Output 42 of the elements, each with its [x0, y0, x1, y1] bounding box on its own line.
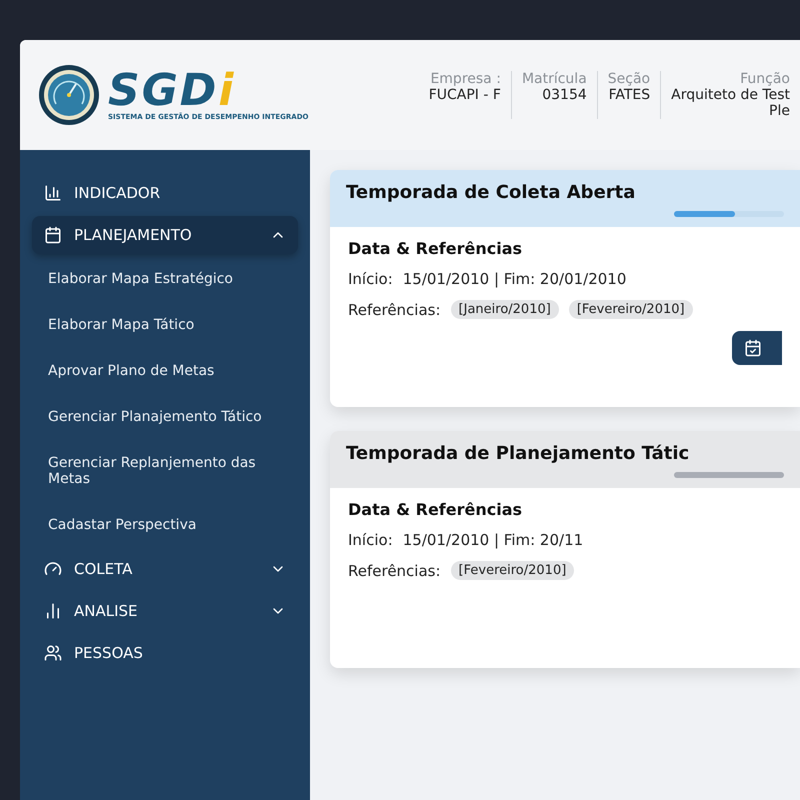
submenu-item[interactable]: Aprovar Plano de Metas — [32, 350, 298, 392]
submenu-item[interactable]: Elaborar Mapa Tático — [32, 304, 298, 346]
calendar-check-icon — [744, 339, 762, 357]
info-label: Seção — [608, 71, 650, 87]
card-title: Temporada de Coleta Aberta — [346, 182, 636, 203]
gauge-logo-icon — [38, 64, 100, 126]
info-value: 03154 — [542, 87, 587, 103]
menu-item[interactable]: COLETA — [32, 550, 298, 588]
references-label: Referências: — [348, 300, 441, 318]
calendar-action-button[interactable] — [732, 331, 782, 365]
date-label: Início: — [348, 270, 393, 288]
info-label: Função — [740, 71, 790, 87]
references-label: Referências: — [348, 562, 441, 580]
menu-item[interactable]: PLANEJAMENTO — [32, 216, 298, 254]
submenu-item[interactable]: Cadastar Perspectiva — [32, 504, 298, 546]
submenu-item[interactable]: Gerenciar Replanjemento das Metas — [32, 442, 298, 500]
submenu-item[interactable]: Gerenciar Planajemento Tático — [32, 396, 298, 438]
menu-icon — [44, 184, 62, 202]
info-value: Ple — [769, 103, 790, 119]
info-label: Empresa : — [430, 71, 501, 87]
reference-chip: [Fevereiro/2010] — [568, 300, 693, 319]
menu-item[interactable]: INDICADOR — [32, 174, 298, 212]
menu-icon — [44, 560, 62, 578]
menu-icon — [44, 644, 62, 662]
info-value: FUCAPI - F — [428, 87, 501, 103]
section-title: Data & Referências — [348, 239, 524, 258]
info-label: Matrícula — [522, 71, 587, 87]
reference-chip: [Fevereiro/2010] — [450, 561, 574, 580]
date-range: 15/01/2010 | Fim: 20/11 — [402, 531, 584, 549]
submenu-item[interactable]: Elaborar Mapa Estratégico — [32, 258, 298, 300]
date-range: 15/01/2010 | Fim: 20/01/2010 — [402, 270, 626, 288]
info-value: FATES — [608, 87, 650, 103]
menu-item[interactable]: ANALISE — [32, 592, 298, 630]
date-label: Início: — [348, 531, 393, 549]
section-title: Data & Referências — [348, 500, 524, 519]
reference-chip: [Janeiro/2010] — [450, 300, 559, 319]
logo-wordmark: SGDi — [108, 69, 236, 113]
menu-icon — [44, 602, 62, 620]
menu-item[interactable]: PESSOAS — [32, 634, 298, 672]
info-value: Arquiteto de Test — [671, 87, 790, 103]
menu-icon — [44, 226, 62, 244]
card-title: Temporada de Planejamento Tátic — [346, 443, 690, 464]
